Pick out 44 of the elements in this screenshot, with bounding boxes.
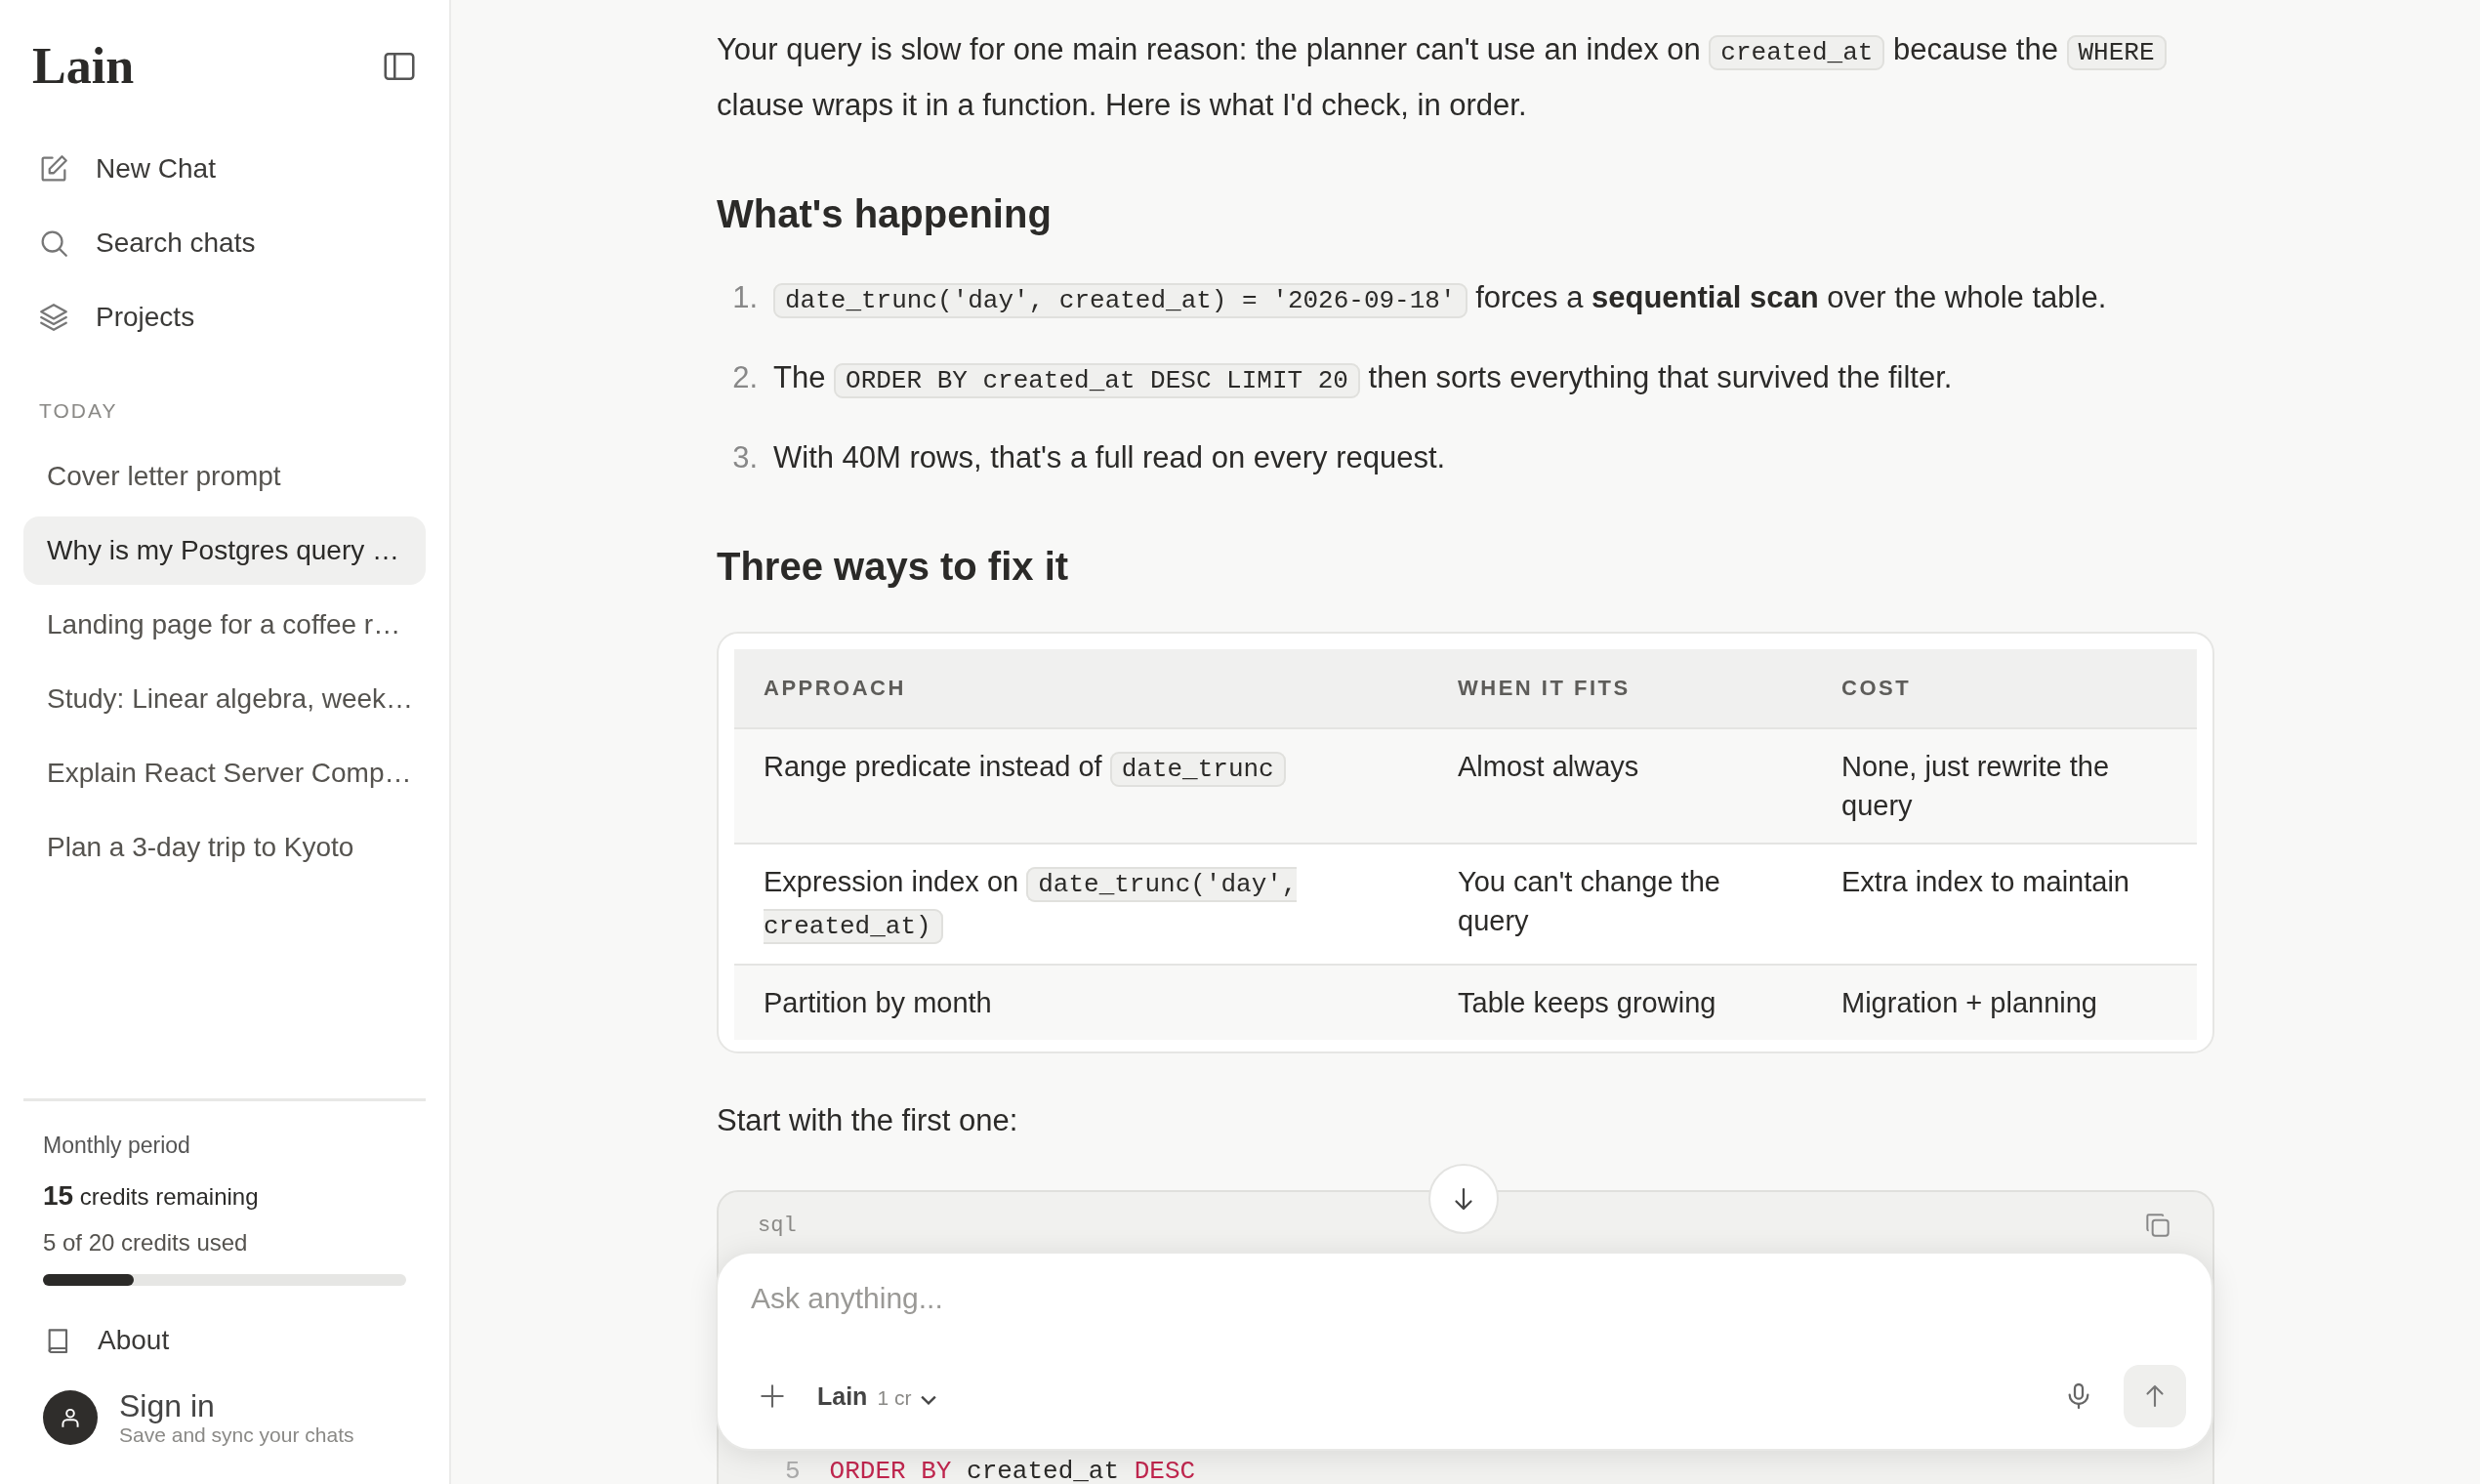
- chat-item[interactable]: Cover letter prompt: [23, 442, 426, 511]
- app-logo: Lain: [32, 37, 135, 95]
- sign-in-link[interactable]: Sign in: [119, 1388, 354, 1423]
- message-input[interactable]: Ask anything...: [749, 1281, 2120, 1316]
- nav-item[interactable]: New Chat: [23, 132, 426, 206]
- code-language: sql: [758, 1213, 797, 1238]
- list-item-text: With 40M rows, that's a full read on every request.: [773, 439, 1446, 476]
- paragraph: Start with the first one:: [717, 1102, 1019, 1139]
- list-number: 3.: [731, 439, 758, 476]
- section-heading: What's happening: [717, 192, 1053, 236]
- chat-item[interactable]: Why is my Postgres query …: [23, 516, 426, 585]
- about-link[interactable]: About: [98, 1324, 170, 1356]
- section-label: TODAY: [39, 399, 119, 423]
- usage-period: Monthly period: [43, 1132, 191, 1159]
- chat-item[interactable]: Landing page for a coffee r…: [23, 591, 426, 659]
- table-cell: Table keeps growing: [1428, 965, 1812, 1040]
- chat-item[interactable]: Study: Linear algebra, week…: [23, 665, 426, 733]
- table-cell: Range predicate instead of date_trunc: [734, 728, 1428, 844]
- line-number: 5: [785, 1458, 801, 1484]
- table-cell: Almost always: [1428, 728, 1812, 844]
- paragraph: Your query is slow for one main reason: the planner can't use an index on created_at because the WHERE clause wraps it in a function. Here is what I'd check, in order.: [717, 23, 2214, 132]
- section-heading: Three ways to fix it: [717, 545, 1070, 589]
- code-line: ORDER BY created_at DESC: [829, 1458, 1196, 1484]
- credits-remaining: 15 credits remaining: [43, 1179, 260, 1212]
- table-cell: Partition by month: [734, 965, 1428, 1040]
- nav-item[interactable]: Search chats: [23, 206, 426, 280]
- chevron-down-icon: [921, 1394, 937, 1405]
- list-item-text: The ORDER BY created_at DESC LIMIT 20 then sorts everything that survived the filter.: [773, 351, 1953, 407]
- sign-in-subtitle: Save and sync your chats: [119, 1423, 354, 1447]
- table-cell: None, just rewrite the query: [1812, 728, 2197, 844]
- column-header: COST: [1812, 649, 2197, 728]
- table-cell: Migration + planning: [1812, 965, 2197, 1040]
- chat-item[interactable]: Plan a 3-day trip to Kyoto: [23, 813, 426, 882]
- model-selector[interactable]: Lain 1 cr: [817, 1381, 937, 1411]
- send-button[interactable]: [2124, 1365, 2186, 1427]
- list-number: 2.: [731, 359, 758, 396]
- nav-item[interactable]: Projects: [23, 280, 426, 354]
- column-header: WHEN IT FITS: [1428, 649, 1812, 728]
- chat-item[interactable]: Explain React Server Comp…: [23, 739, 426, 807]
- column-header: APPROACH: [734, 649, 1428, 728]
- layers-icon: [37, 301, 70, 334]
- credits-used: 5 of 20 credits used: [43, 1228, 249, 1257]
- list-item-text: date_trunc('day', created_at) = '2026-09-18' forces a sequential scan over the whole table.: [773, 271, 2107, 327]
- list-number: 1.: [731, 279, 758, 316]
